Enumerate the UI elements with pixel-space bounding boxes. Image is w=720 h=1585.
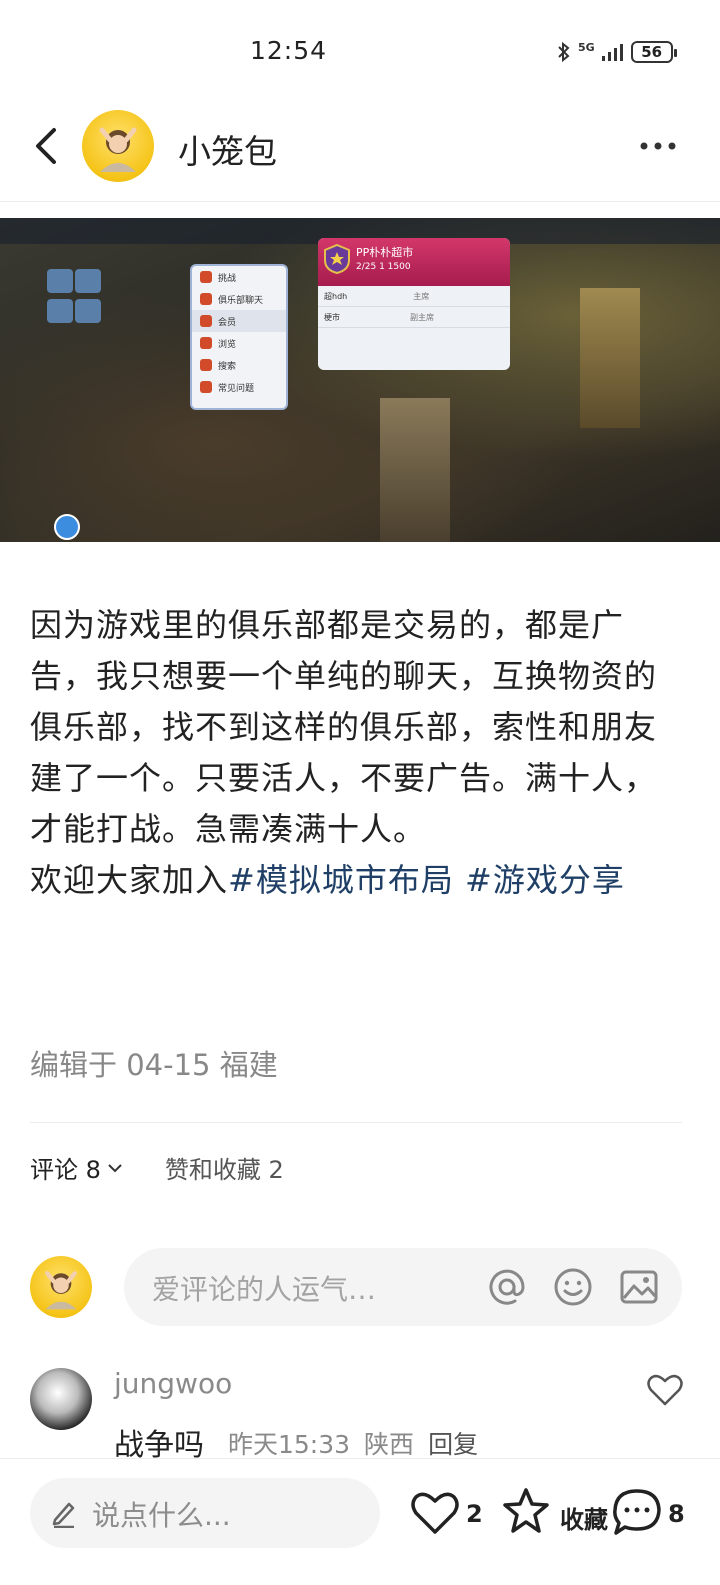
pencil-icon bbox=[52, 1502, 75, 1528]
collect-label: 收藏 bbox=[560, 1506, 608, 1534]
comment-count: 8 bbox=[668, 1500, 685, 1528]
game-back-button bbox=[54, 514, 80, 540]
avatar-figure-icon bbox=[99, 127, 137, 172]
status-time: 12:54 bbox=[250, 36, 328, 65]
image-icon[interactable] bbox=[618, 1266, 660, 1308]
post-image[interactable]: 挑战 俱乐部聊天 会员 浏览 搜索 常见问题 PP朴朴超市 2/25 1 150… bbox=[0, 218, 720, 542]
tab-likes[interactable]: 赞和收藏 2 bbox=[165, 1150, 284, 1185]
club-header: PP朴朴超市 2/25 1 1500 bbox=[318, 238, 510, 286]
like-heart-icon[interactable] bbox=[646, 1372, 684, 1408]
content-divider bbox=[30, 1122, 682, 1123]
author-name[interactable]: 小笼包 bbox=[178, 125, 277, 173]
back-arrow-icon[interactable] bbox=[28, 124, 68, 168]
post-content: 因为游戏里的俱乐部都是交易的，都是广告，我只想要一个单纯的聊天，互换物资的俱乐部… bbox=[30, 600, 670, 906]
battery-indicator: 56 bbox=[630, 41, 677, 63]
club-member-row: 超hdh 主席 bbox=[318, 286, 510, 307]
hashtag-link[interactable]: #游戏分享 bbox=[465, 861, 625, 899]
post-tags-line: 欢迎大家加入#模拟城市布局 #游戏分享 bbox=[30, 855, 670, 906]
commenter-name[interactable]: jungwoo bbox=[114, 1367, 232, 1400]
like-heart-icon[interactable] bbox=[410, 1489, 460, 1537]
comment-time: 昨天15:33 bbox=[228, 1430, 351, 1459]
bluetooth-icon bbox=[558, 41, 570, 63]
like-count: 2 bbox=[466, 1500, 483, 1528]
game-side-buttons bbox=[46, 268, 106, 324]
menu-item: 会员 bbox=[192, 310, 286, 332]
comment-tabs: 评论 8 赞和收藏 2 bbox=[30, 1150, 284, 1185]
post-paragraph: 因为游戏里的俱乐部都是交易的，都是广告，我只想要一个单纯的聊天，互换物资的俱乐部… bbox=[30, 606, 658, 848]
author-avatar[interactable] bbox=[82, 110, 154, 182]
menu-item: 浏览 bbox=[192, 332, 286, 354]
hashtag-link[interactable]: #模拟城市布局 bbox=[228, 861, 454, 899]
avatar-figure-icon bbox=[45, 1271, 77, 1310]
status-icons: 5G 56 bbox=[556, 38, 677, 66]
edited-info: 编辑于 04-15 福建 bbox=[30, 1048, 278, 1082]
menu-item: 挑战 bbox=[192, 266, 286, 288]
invite-text: 欢迎大家加入 bbox=[30, 861, 229, 899]
menu-item: 俱乐部聊天 bbox=[192, 288, 286, 310]
star-collect-icon[interactable] bbox=[500, 1486, 552, 1536]
commenter-avatar[interactable] bbox=[30, 1368, 92, 1430]
my-avatar bbox=[30, 1256, 92, 1318]
comment-placeholder: 爱评论的人运气… bbox=[152, 1273, 377, 1306]
more-options-icon[interactable] bbox=[636, 128, 680, 164]
building bbox=[380, 398, 450, 542]
header-divider bbox=[0, 201, 720, 202]
game-menu-panel: 挑战 俱乐部聊天 会员 浏览 搜索 常见问题 bbox=[190, 264, 288, 410]
emoji-icon[interactable] bbox=[552, 1266, 594, 1308]
say-something-placeholder: 说点什么... bbox=[92, 1499, 231, 1532]
shield-icon bbox=[324, 244, 350, 274]
chevron-down-icon bbox=[108, 1163, 122, 1172]
menu-item: 常见问题 bbox=[192, 376, 286, 398]
comment-meta: 昨天15:33 陕西 回复 bbox=[228, 1425, 478, 1461]
network-label: 5G bbox=[578, 40, 595, 54]
building bbox=[580, 288, 640, 428]
tab-comments[interactable]: 评论 8 bbox=[30, 1150, 123, 1185]
menu-item: 搜索 bbox=[192, 354, 286, 376]
club-panel: PP朴朴超市 2/25 1 1500 超hdh 主席 梗市 副主席 bbox=[318, 238, 510, 370]
reply-button[interactable]: 回复 bbox=[428, 1425, 478, 1461]
at-mention-icon[interactable] bbox=[486, 1266, 528, 1308]
comment-location: 陕西 bbox=[364, 1430, 415, 1459]
comment-bubble-icon[interactable] bbox=[610, 1486, 664, 1538]
club-member-row: 梗市 副主席 bbox=[318, 307, 510, 328]
signal-icon bbox=[601, 44, 623, 61]
